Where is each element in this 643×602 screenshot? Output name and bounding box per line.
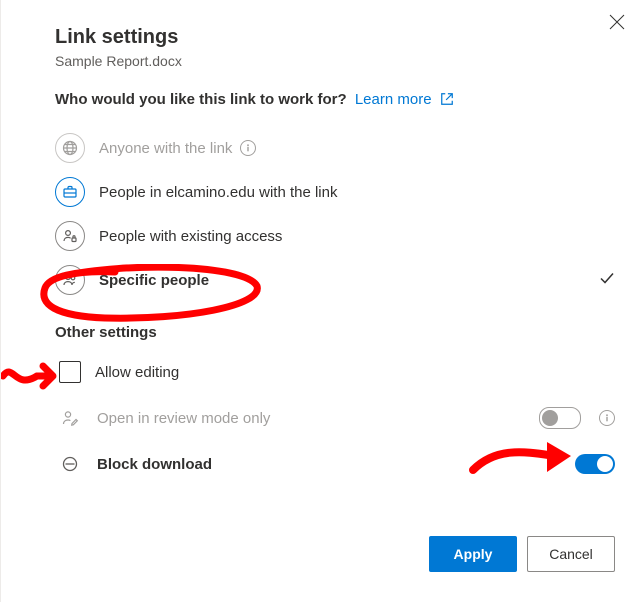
external-link-icon [436, 91, 454, 108]
info-icon[interactable] [240, 140, 256, 156]
option-label: People in elcamino.edu with the link [99, 184, 337, 201]
setting-label: Allow editing [95, 364, 179, 381]
share-prompt: Who would you like this link to work for… [55, 91, 615, 108]
option-specific-people[interactable]: Specific people [55, 258, 615, 302]
learn-more-link[interactable]: Learn more [355, 91, 454, 108]
option-label: Specific people [99, 272, 209, 289]
link-settings-panel: Link settings Sample Report.docx Who wou… [0, 0, 643, 602]
setting-allow-editing[interactable]: Allow editing [55, 349, 615, 395]
setting-label: Open in review mode only [97, 410, 270, 427]
setting-block-download[interactable]: Block download [55, 441, 615, 487]
filename-label: Sample Report.docx [55, 53, 615, 69]
checkmark-icon [599, 270, 615, 291]
info-icon[interactable] [599, 410, 615, 426]
button-bar: Apply Cancel [429, 536, 615, 572]
other-settings-heading: Other settings [55, 324, 615, 341]
option-organization[interactable]: People in elcamino.edu with the link [55, 170, 615, 214]
people-lock-icon [55, 221, 85, 251]
globe-icon [55, 133, 85, 163]
option-label: Anyone with the link [99, 140, 232, 157]
cancel-button[interactable]: Cancel [527, 536, 615, 572]
briefcase-icon [55, 177, 85, 207]
learn-more-label: Learn more [355, 91, 432, 108]
panel-title: Link settings [55, 26, 615, 49]
audience-options: Anyone with the link People in elcamino.… [55, 126, 615, 302]
option-existing-access[interactable]: People with existing access [55, 214, 615, 258]
block-download-toggle[interactable] [575, 454, 615, 474]
close-icon [609, 14, 625, 30]
setting-review-mode: Open in review mode only [55, 395, 615, 441]
review-mode-toggle [539, 407, 581, 429]
option-label: People with existing access [99, 228, 282, 245]
people-icon [55, 265, 85, 295]
person-edit-icon [59, 409, 81, 427]
setting-label: Block download [97, 456, 212, 473]
prompt-text: Who would you like this link to work for… [55, 91, 347, 108]
apply-button[interactable]: Apply [429, 536, 517, 572]
option-anyone: Anyone with the link [55, 126, 615, 170]
block-icon [59, 455, 81, 473]
allow-editing-checkbox[interactable] [59, 361, 81, 383]
annotation-arrow-checkbox [1, 356, 61, 396]
close-button[interactable] [609, 14, 625, 30]
